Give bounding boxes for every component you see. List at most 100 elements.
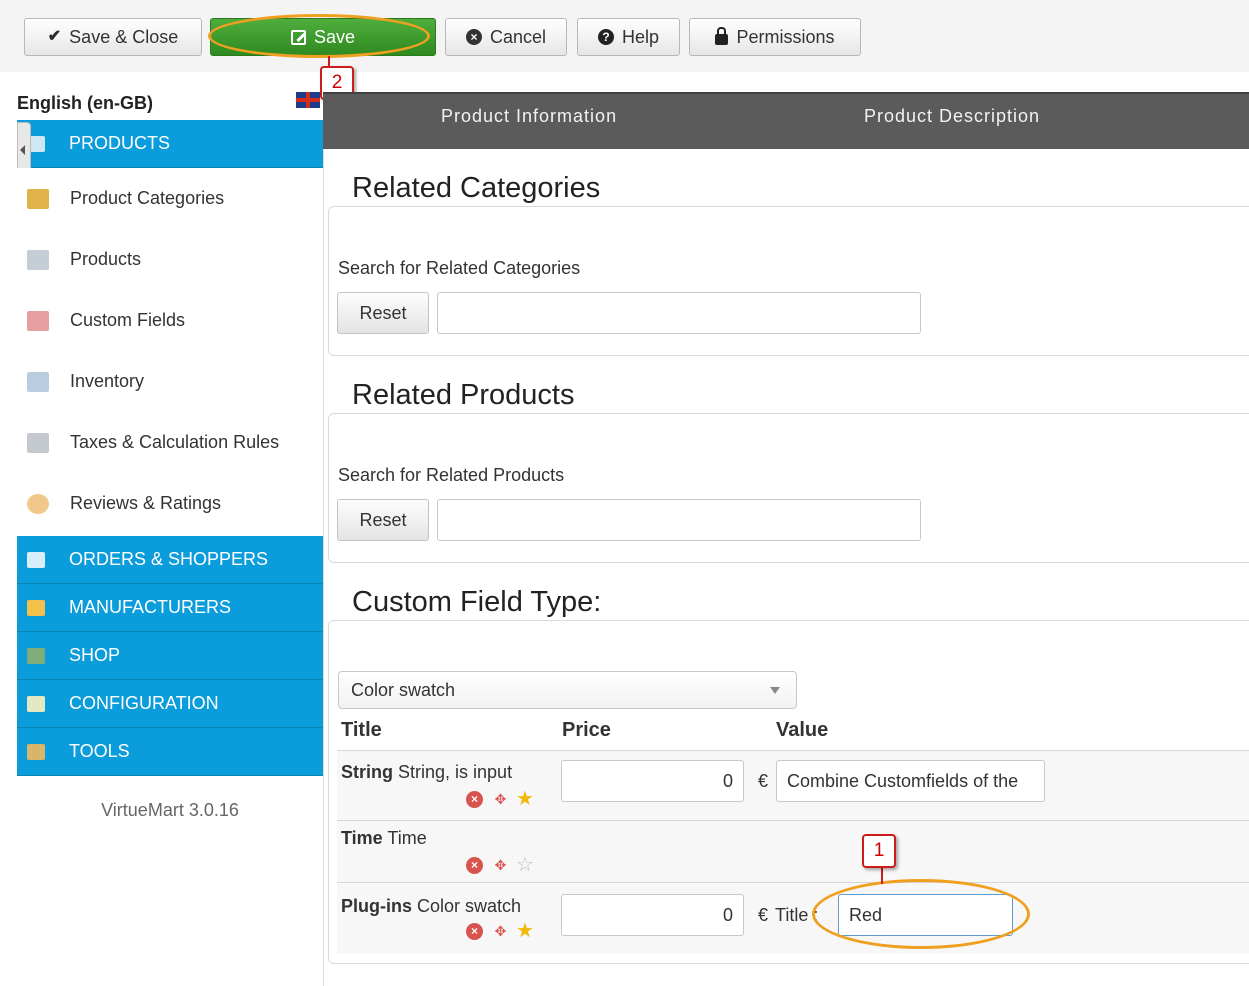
sidebar-section-manufacturers[interactable]: MANUFACTURERS bbox=[17, 584, 323, 632]
tab-product-information[interactable]: Product Information bbox=[441, 106, 617, 127]
shop-icon bbox=[27, 647, 45, 664]
sidebar-item-label: Reviews & Ratings bbox=[70, 493, 222, 513]
sidebar-item-products[interactable]: Products bbox=[17, 229, 323, 290]
cancel-button[interactable]: × Cancel bbox=[445, 18, 567, 56]
callout-1-pointer bbox=[881, 868, 883, 884]
move-icon[interactable]: ✥ bbox=[491, 857, 508, 874]
sidebar-section-label: MANUFACTURERS bbox=[69, 597, 232, 617]
related-categories-search-label: Search for Related Categories bbox=[338, 258, 581, 278]
calculator-icon bbox=[27, 432, 49, 453]
sidebar-divider bbox=[323, 148, 324, 986]
sidebar-section-configuration[interactable]: CONFIGURATION bbox=[17, 680, 323, 728]
color-title-input[interactable]: Red bbox=[838, 894, 1013, 936]
sidebar-item-label: Product Categories bbox=[70, 188, 225, 208]
row-name: Color swatch bbox=[417, 896, 522, 916]
currency-symbol: € bbox=[758, 905, 769, 925]
related-products-search-label: Search for Related Products bbox=[338, 465, 565, 485]
cancel-label: Cancel bbox=[489, 26, 547, 47]
help-label: Help bbox=[621, 26, 660, 47]
sidebar-section-label: PRODUCTS bbox=[69, 133, 171, 153]
sidebar-section-label: TOOLS bbox=[69, 741, 130, 761]
sidebar-section-label: CONFIGURATION bbox=[69, 693, 219, 713]
sidebar-item-label: Custom Fields bbox=[70, 310, 186, 330]
language-label: English (en-GB) bbox=[17, 93, 153, 113]
row-title: Time Time bbox=[341, 828, 427, 849]
value-input[interactable]: Combine Customfields of the bbox=[776, 760, 1045, 802]
sidebar-item-inventory[interactable]: Inventory bbox=[17, 351, 323, 412]
app-root: ✔ Save & Close Save × Cancel ? Help Perm… bbox=[0, 0, 1249, 986]
custom-field-type-select[interactable]: Color swatch bbox=[338, 671, 797, 709]
checkmark-icon: ✔ bbox=[47, 28, 62, 45]
sidebar-section-label: ORDERS & SHOPPERS bbox=[69, 549, 269, 569]
sidebar-item-reviews[interactable]: Reviews & Ratings bbox=[17, 473, 323, 534]
save-and-close-button[interactable]: ✔ Save & Close bbox=[24, 18, 202, 56]
cancel-icon: × bbox=[465, 29, 482, 45]
configuration-icon bbox=[27, 695, 45, 712]
tab-product-description[interactable]: Product Description bbox=[864, 106, 1040, 127]
related-products-reset-button[interactable]: Reset bbox=[337, 499, 429, 541]
title-label: Title : bbox=[775, 905, 819, 925]
chevron-down-icon bbox=[770, 687, 780, 694]
remove-icon[interactable]: × bbox=[466, 791, 483, 808]
row-actions: × ✥ ★ bbox=[466, 921, 534, 941]
callout-1-badge: 1 bbox=[862, 834, 896, 868]
sidebar-item-custom-fields[interactable]: Custom Fields bbox=[17, 290, 323, 351]
sidebar-section-tools[interactable]: TOOLS bbox=[17, 728, 323, 776]
related-categories-heading: Related Categories bbox=[352, 172, 615, 205]
sidebar-item-label: Products bbox=[70, 249, 142, 269]
sidebar-section-orders[interactable]: ORDERS & SHOPPERS bbox=[17, 536, 323, 584]
save-and-close-label: Save & Close bbox=[69, 26, 179, 47]
row-actions: × ✥ ☆ bbox=[466, 855, 534, 875]
save-label: Save bbox=[313, 26, 356, 47]
row-title: Plug-ins Color swatch bbox=[341, 896, 521, 917]
sidebar-item-label: Taxes & Calculation Rules bbox=[70, 432, 280, 452]
help-button[interactable]: ? Help bbox=[577, 18, 680, 56]
sidebar-item-product-categories[interactable]: Product Categories bbox=[17, 168, 323, 229]
row-actions: × ✥ ★ bbox=[466, 789, 534, 809]
remove-icon[interactable]: × bbox=[466, 857, 483, 874]
remove-icon[interactable]: × bbox=[466, 923, 483, 940]
row-title: String String, is input bbox=[341, 762, 512, 783]
column-title: Title bbox=[341, 719, 382, 741]
sidebar-item-taxes[interactable]: Taxes & Calculation Rules bbox=[17, 412, 323, 473]
price-input[interactable]: 0 bbox=[561, 760, 744, 802]
uk-flag-icon bbox=[296, 92, 320, 108]
sidebar-item-label: Inventory bbox=[70, 371, 145, 391]
star-icon[interactable]: ★ bbox=[516, 921, 534, 941]
row-type: Plug-ins bbox=[341, 896, 412, 916]
help-icon: ? bbox=[597, 29, 614, 45]
wrench-icon bbox=[27, 599, 45, 616]
inventory-icon bbox=[27, 371, 49, 392]
speech-bubble-icon bbox=[27, 493, 49, 514]
sidebar-section-shop[interactable]: SHOP bbox=[17, 632, 323, 680]
custom-field-heading: Custom Field Type: bbox=[352, 586, 616, 619]
save-button[interactable]: Save bbox=[210, 18, 436, 56]
edit-icon bbox=[290, 29, 306, 45]
permissions-button[interactable]: Permissions bbox=[689, 18, 861, 56]
related-products-search-input[interactable] bbox=[437, 499, 921, 541]
lock-icon bbox=[715, 27, 729, 45]
related-categories-reset-button[interactable]: Reset bbox=[337, 292, 429, 334]
orders-icon bbox=[27, 551, 45, 568]
star-icon[interactable]: ★ bbox=[516, 789, 534, 809]
custom-fields-icon bbox=[27, 310, 49, 331]
column-price: Price bbox=[562, 719, 611, 741]
permissions-label: Permissions bbox=[736, 26, 835, 47]
move-icon[interactable]: ✥ bbox=[491, 791, 508, 808]
version-label: VirtueMart 3.0.16 bbox=[101, 800, 239, 820]
related-categories-search-input[interactable] bbox=[437, 292, 921, 334]
folder-icon bbox=[27, 188, 49, 209]
star-icon[interactable]: ☆ bbox=[516, 855, 534, 875]
column-value: Value bbox=[776, 719, 829, 741]
row-type: Time bbox=[341, 828, 383, 848]
currency-symbol: € bbox=[758, 771, 769, 791]
related-products-heading: Related Products bbox=[352, 379, 589, 412]
row-type: String bbox=[341, 762, 393, 782]
row-name: String, is input bbox=[398, 762, 513, 782]
custom-field-type-value: Color swatch bbox=[351, 679, 456, 700]
sidebar-section-products[interactable]: PRODUCTS bbox=[17, 120, 323, 168]
product-icon bbox=[27, 249, 49, 270]
move-icon[interactable]: ✥ bbox=[491, 923, 508, 940]
price-input[interactable]: 0 bbox=[561, 894, 744, 936]
sidebar-section-label: SHOP bbox=[69, 645, 121, 665]
